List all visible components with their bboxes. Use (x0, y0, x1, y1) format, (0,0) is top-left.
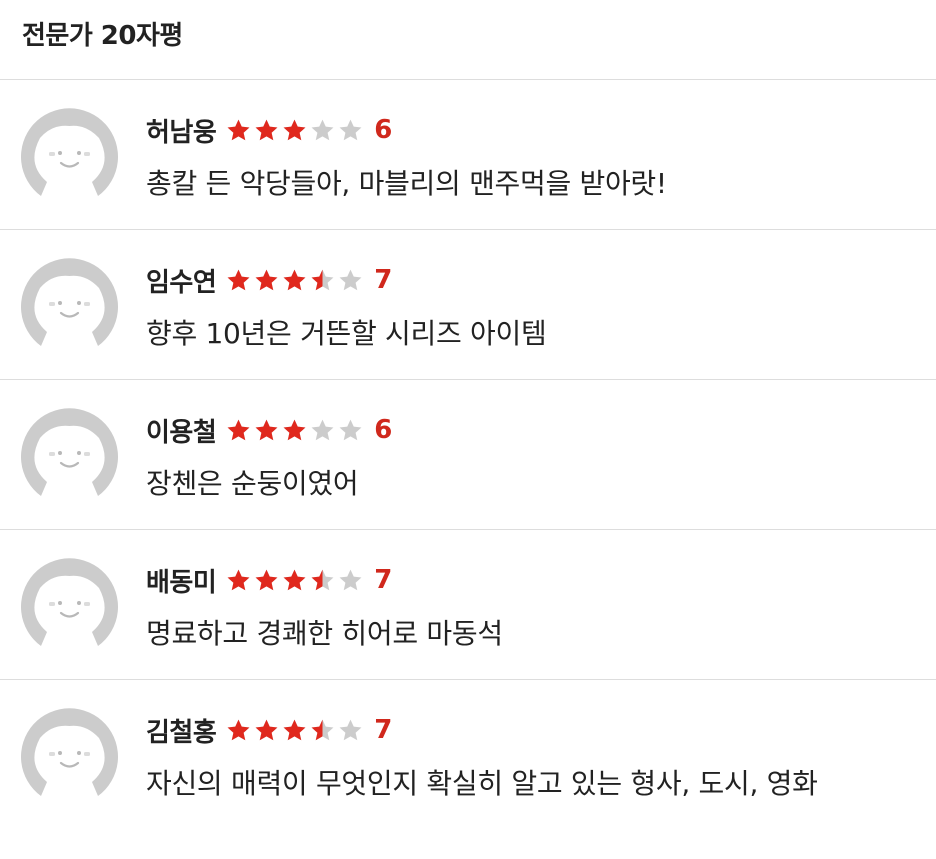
reviewer-name[interactable]: 배동미 (146, 562, 217, 599)
star-filled-icon (255, 569, 278, 590)
star-filled-icon (255, 419, 278, 440)
rating-score: 7 (374, 565, 393, 595)
star-half-icon (311, 269, 334, 290)
review-text: 명료하고 경쾌한 히어로 마동석 (146, 617, 503, 650)
star-filled-icon (255, 119, 278, 140)
default-user-icon (21, 558, 119, 646)
review-text: 장첸은 순둥이였어 (146, 467, 359, 500)
default-user-icon (21, 258, 119, 346)
review-item: 허남웅 6 총칼 든 악당들아, 마블리의 맨주먹을 받아랏! (0, 80, 936, 230)
star-half-icon (311, 719, 334, 740)
default-user-icon (21, 708, 119, 796)
review-body: 임수연 7 향후 10년은 거뜬할 시리즈 아이템 (146, 262, 926, 352)
star-empty-icon (339, 719, 362, 740)
review-body: 이용철 6 장첸은 순둥이였어 (146, 412, 926, 502)
reviewer-name[interactable]: 임수연 (146, 262, 217, 299)
star-filled-icon (283, 269, 306, 290)
reviewer-name[interactable]: 김철홍 (146, 712, 217, 749)
review-head: 허남웅 6 (146, 112, 926, 148)
rating-score: 6 (374, 415, 393, 445)
review-body: 김철홍 7 자신의 매력이 무엇인지 확실히 알고 있는 형사, 도시, 영화 (146, 712, 926, 802)
review-item: 이용철 6 장첸은 순둥이였어 (0, 380, 936, 530)
star-filled-icon (227, 569, 250, 590)
review-body: 허남웅 6 총칼 든 악당들아, 마블리의 맨주먹을 받아랏! (146, 112, 926, 202)
section-header: 전문가 20자평 (0, 0, 936, 80)
review-item: 김철홍 7 자신의 매력이 무엇인지 확실히 알고 있는 형사, 도시, 영화 (0, 680, 936, 830)
star-filled-icon (283, 119, 306, 140)
review-head: 김철홍 7 (146, 712, 926, 748)
star-rating (226, 418, 366, 443)
star-empty-icon (339, 269, 362, 290)
star-empty-icon (339, 419, 362, 440)
star-filled-icon (255, 719, 278, 740)
rating-score: 7 (374, 715, 393, 745)
avatar (21, 108, 119, 205)
star-filled-icon (283, 569, 306, 590)
reviewer-name[interactable]: 허남웅 (146, 112, 217, 149)
review-item: 임수연 7 향후 10년은 거뜬할 시리즈 아이템 (0, 230, 936, 380)
review-text: 향후 10년은 거뜬할 시리즈 아이템 (146, 317, 547, 350)
review-head: 배동미 7 (146, 562, 926, 598)
avatar (21, 558, 119, 655)
section-title: 전문가 20자평 (22, 21, 183, 51)
review-body: 배동미 7 명료하고 경쾌한 히어로 마동석 (146, 562, 926, 652)
default-user-icon (21, 408, 119, 496)
star-empty-icon (311, 419, 334, 440)
review-head: 임수연 7 (146, 262, 926, 298)
default-user-icon (21, 108, 119, 196)
star-empty-icon (339, 119, 362, 140)
star-half-icon (311, 569, 334, 590)
star-filled-icon (227, 269, 250, 290)
avatar (21, 408, 119, 505)
avatar (21, 258, 119, 355)
rating-score: 7 (374, 265, 393, 295)
star-rating (226, 268, 366, 293)
reviewer-name[interactable]: 이용철 (146, 412, 217, 449)
review-text: 총칼 든 악당들아, 마블리의 맨주먹을 받아랏! (146, 167, 667, 200)
avatar (21, 708, 119, 805)
star-empty-icon (339, 569, 362, 590)
star-rating (226, 718, 366, 743)
review-list: 허남웅 6 총칼 든 악당들아, 마블리의 맨주먹을 받아랏! 임수연 7 향후… (0, 80, 936, 830)
star-filled-icon (227, 119, 250, 140)
star-filled-icon (227, 719, 250, 740)
expert-reviews-section: 전문가 20자평 허남웅 6 총칼 든 악당들아, 마블리의 맨주먹을 받아랏!… (0, 0, 936, 830)
star-filled-icon (227, 419, 250, 440)
review-item: 배동미 7 명료하고 경쾌한 히어로 마동석 (0, 530, 936, 680)
review-text: 자신의 매력이 무엇인지 확실히 알고 있는 형사, 도시, 영화 (146, 767, 818, 800)
star-rating (226, 118, 366, 143)
star-rating (226, 568, 366, 593)
star-empty-icon (311, 119, 334, 140)
star-filled-icon (255, 269, 278, 290)
star-filled-icon (283, 419, 306, 440)
star-filled-icon (283, 719, 306, 740)
review-head: 이용철 6 (146, 412, 926, 448)
rating-score: 6 (374, 115, 393, 145)
